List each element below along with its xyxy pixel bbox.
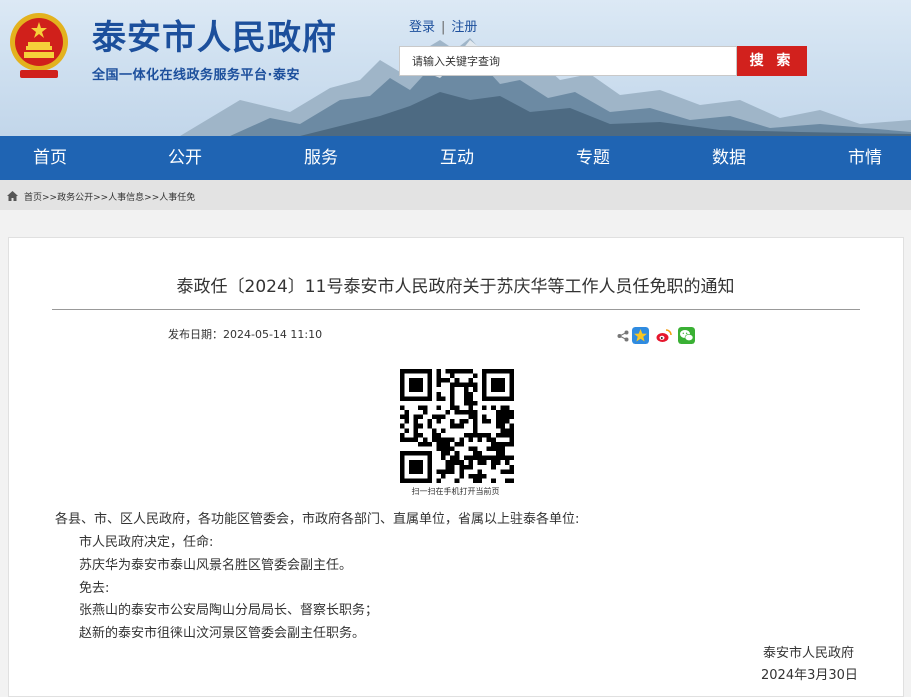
nav-item-service[interactable]: 服务	[304, 136, 338, 180]
publish-date-label: 发布日期：	[168, 328, 223, 341]
signature-date: 2024年3月30日	[761, 668, 858, 683]
auth-separator: |	[441, 20, 446, 35]
qr-code	[400, 369, 514, 483]
search-input[interactable]	[399, 46, 737, 76]
publish-date: 发布日期：2024-05-14 11:10	[168, 326, 322, 342]
nav-item-home[interactable]: 首页	[33, 136, 67, 180]
site-title: 泰安市人民政府	[92, 18, 337, 58]
site-subtitle: 全国一体化在线政务服务平台·泰安	[92, 68, 300, 83]
weibo-icon[interactable]	[655, 327, 672, 344]
auth-links: 登录 | 注册	[409, 16, 477, 35]
main-nav: 首页 公开 服务 互动 专题 数据 市情	[0, 136, 911, 180]
nav-item-data[interactable]: 数据	[712, 136, 746, 180]
body-paragraph: 各县、市、区人民政府，各功能区管委会，市政府各部门、直属单位，省属以上驻泰各单位…	[55, 512, 580, 527]
title-divider	[52, 309, 860, 310]
body-paragraph: 张燕山的泰安市公安局陶山分局局长、督察长职务；	[79, 603, 379, 618]
national-emblem-icon	[10, 13, 68, 78]
body-paragraph: 苏庆华为泰安市泰山风景名胜区管委会副主任。	[79, 558, 353, 573]
body-paragraph: 赵新的泰安市徂徕山汶河景区管委会副主任职务。	[79, 626, 366, 641]
share-icon[interactable]	[617, 330, 629, 342]
body-paragraph: 市人民政府决定，任命:	[79, 535, 214, 550]
wechat-icon[interactable]	[678, 327, 695, 344]
search-button[interactable]: 搜 索	[737, 46, 807, 76]
qr-caption: 扫一扫在手机打开当前页	[411, 487, 500, 496]
home-icon[interactable]	[7, 191, 18, 201]
breadcrumb[interactable]: 首页>>政务公开>>人事信息>>人事任免	[24, 190, 195, 203]
nav-item-public[interactable]: 公开	[168, 136, 202, 180]
header-banner: 泰安市人民政府 全国一体化在线政务服务平台·泰安 登录 | 注册 搜 索	[0, 0, 911, 136]
nav-item-interaction[interactable]: 互动	[440, 136, 474, 180]
publish-date-value: 2024-05-14 11:10	[223, 328, 323, 341]
nav-item-topics[interactable]: 专题	[576, 136, 610, 180]
article-title: 泰政任〔2024〕11号泰安市人民政府关于苏庆华等工作人员任免职的通知	[176, 277, 735, 297]
body-paragraph: 免去:	[79, 581, 110, 596]
register-link[interactable]: 注册	[451, 20, 477, 35]
nav-item-city-info[interactable]: 市情	[848, 136, 882, 180]
signature-org: 泰安市人民政府	[763, 646, 855, 661]
qzone-icon[interactable]	[632, 327, 649, 344]
login-link[interactable]: 登录	[409, 20, 435, 35]
